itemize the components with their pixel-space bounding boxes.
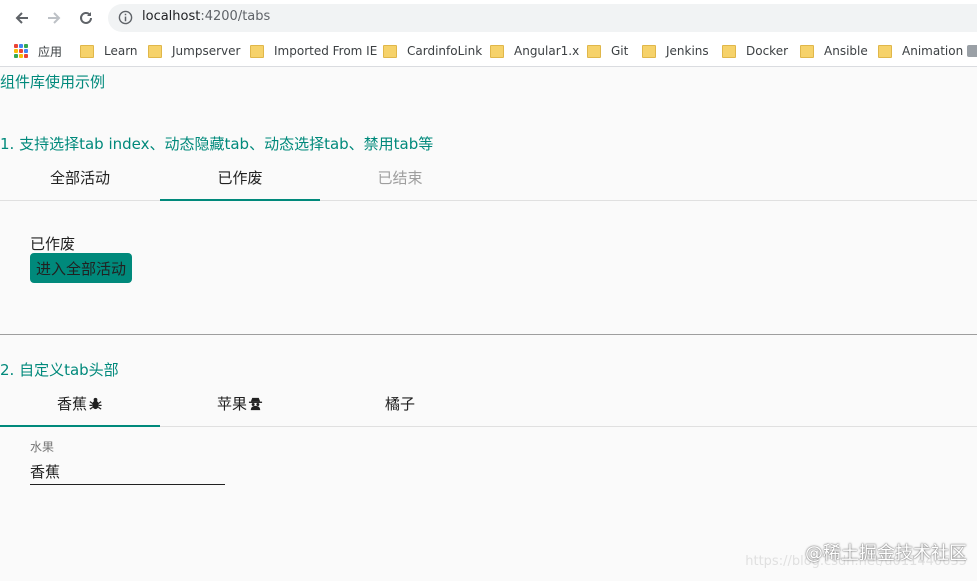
address-bar[interactable]: localhost:4200/tabs [108,4,977,32]
reload-icon [80,11,92,24]
bookmark-learn[interactable]: Learn [80,41,138,61]
folder-icon [148,44,162,58]
watermark: @稀土掘金技术社区 [805,543,967,564]
forward-button[interactable] [42,6,66,30]
folder-icon [642,44,656,58]
tab-banana[interactable]: 香蕉 [0,380,160,427]
bookmark-overflow[interactable] [967,41,977,61]
folder-icon [967,45,977,57]
page-title: 组件库使用示例 [0,73,106,91]
bookmark-apps[interactable]: 应用 [14,41,62,61]
bookmark-imported-from-ie[interactable]: Imported From IE [250,41,377,61]
folder-icon [800,44,814,58]
bookmark-angular1x[interactable]: Angular1.x [490,41,579,61]
section1-title: 1. 支持选择tab index、动态隐藏tab、动态选择tab、禁用tab等 [0,135,434,153]
bookmark-docker[interactable]: Docker [722,41,788,61]
bookmark-jumpserver[interactable]: Jumpserver [148,41,240,61]
arrow-right-icon [48,12,61,24]
url-text: localhost:4200/tabs [142,9,271,24]
bookmarks-bar: 应用 Learn Jumpserver Imported From IE Car… [0,36,977,67]
folder-icon [383,44,397,58]
folder-icon [250,44,264,58]
folder-icon [878,44,892,58]
apps-grid-icon [14,44,28,58]
page-content: 组件库使用示例 1. 支持选择tab index、动态隐藏tab、动态选择tab… [0,67,977,581]
spy-icon [248,397,263,410]
bookmark-git[interactable]: Git [587,41,628,61]
section1-tab-bar: 全部活动 已作废 已结束 [0,154,977,201]
section-divider [0,334,977,335]
tab-ended: 已结束 [377,168,423,187]
folder-icon [587,44,601,58]
folder-icon [490,44,504,58]
back-button[interactable] [10,6,34,30]
fruit-input[interactable]: 香蕉 [30,460,225,485]
bookmark-animation[interactable]: Animation [878,41,963,61]
bookmark-cardinfolink[interactable]: CardinfoLink [383,41,482,61]
reload-button[interactable] [74,6,98,30]
info-icon[interactable] [118,10,133,29]
browser-toolbar: localhost:4200/tabs [0,0,977,36]
enter-all-activities-button[interactable]: 进入全部活动 [30,253,133,283]
arrow-left-icon [15,12,28,24]
fruit-field-label: 水果 [30,440,55,454]
bookmark-ansible[interactable]: Ansible [800,41,868,61]
tab-all-activities[interactable]: 全部活动 [0,154,160,200]
bookmark-jenkins[interactable]: Jenkins [642,41,709,61]
tab-panel-text: 已作废 [30,235,76,253]
section2-title: 2. 自定义tab头部 [0,361,119,379]
folder-icon [80,44,94,58]
tab-orange[interactable]: 橘子 [320,380,480,426]
tab-voided[interactable]: 已作废 [160,154,320,201]
folder-icon [722,44,736,58]
bug-icon [89,397,102,410]
section2-tab-bar: 香蕉 苹果 橘子 [0,380,977,427]
tab-apple[interactable]: 苹果 [160,380,320,426]
